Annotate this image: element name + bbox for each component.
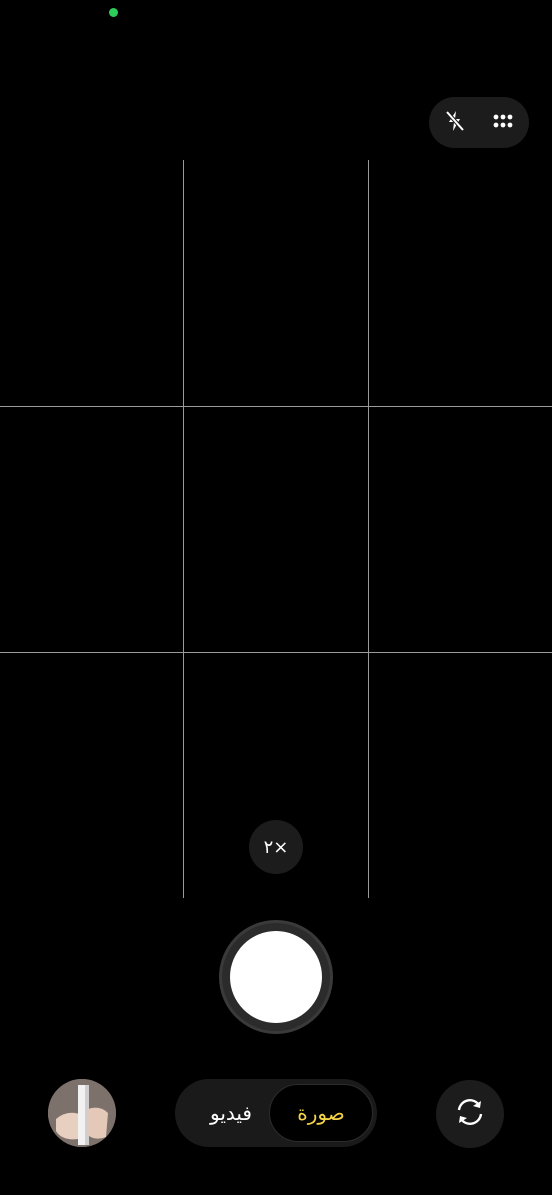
top-toolbar — [429, 97, 529, 148]
more-options-button[interactable] — [485, 105, 521, 141]
grid-line-horizontal-top — [0, 406, 552, 407]
grid-line-horizontal-bottom — [0, 652, 552, 653]
grid-line-vertical-right — [368, 160, 369, 898]
grid-dots-icon — [491, 109, 515, 137]
privacy-indicator — [109, 8, 118, 17]
mode-video-label: فيديو — [210, 1101, 252, 1125]
shutter-inner — [230, 931, 322, 1023]
grid-line-vertical-left — [183, 160, 184, 898]
camera-switch-icon — [452, 1094, 488, 1134]
switch-camera-button[interactable] — [436, 1080, 504, 1148]
mode-switcher: فيديو صورة — [175, 1079, 377, 1147]
mode-photo-label: صورة — [297, 1101, 345, 1125]
flash-toggle-button[interactable] — [437, 105, 473, 141]
zoom-level-button[interactable]: ٢× — [249, 820, 303, 874]
zoom-level-label: ٢× — [263, 836, 289, 858]
mode-video-tab[interactable]: فيديو — [191, 1084, 271, 1142]
gallery-preview-image — [48, 1079, 116, 1147]
mode-photo-tab[interactable]: صورة — [269, 1084, 373, 1142]
shutter-button[interactable] — [219, 920, 333, 1034]
gallery-thumbnail[interactable] — [48, 1079, 116, 1147]
flash-off-icon — [443, 109, 467, 137]
